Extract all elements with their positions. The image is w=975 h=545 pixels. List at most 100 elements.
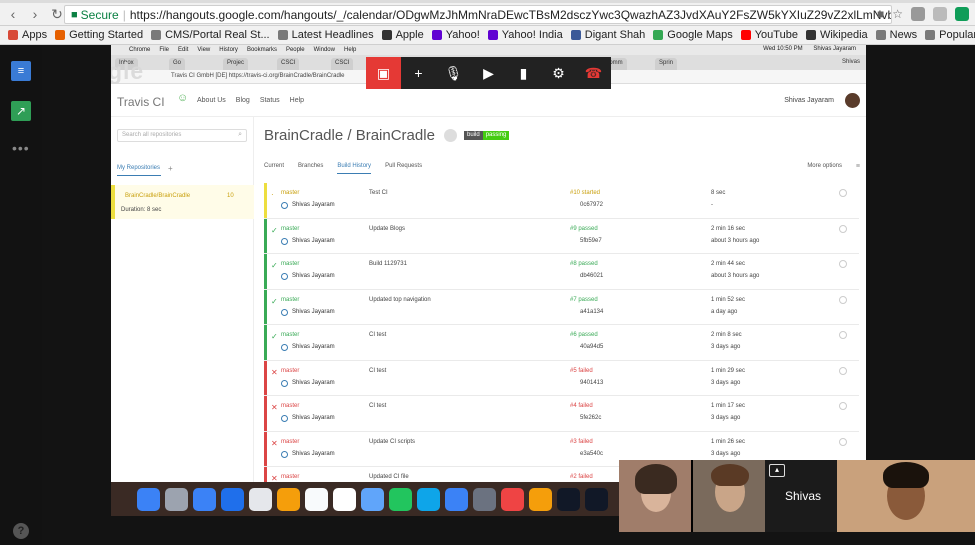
dock-app-icon[interactable]: [277, 487, 300, 511]
restart-build-icon[interactable]: [839, 437, 847, 446]
travis-user-name[interactable]: Shivas Jayaram: [784, 97, 834, 104]
status-badge[interactable]: build passing: [464, 131, 510, 140]
dock-app-icon[interactable]: [137, 487, 160, 511]
build-row[interactable]: ✕ master Shivas Jayaram CI test #5 failed 940…: [264, 360, 859, 396]
dock-app-icon[interactable]: [165, 487, 188, 511]
build-number[interactable]: #3 failed: [570, 439, 593, 445]
bookmark-item[interactable]: CMS/Portal Real St...: [151, 29, 270, 41]
build-number[interactable]: #10 started: [570, 190, 600, 196]
repo-card-name[interactable]: BrainCradle/BrainCradle: [125, 193, 190, 199]
repo-search-input[interactable]: Search all repositories ⌕: [117, 129, 247, 142]
branch-name[interactable]: master: [281, 332, 299, 338]
build-number[interactable]: #6 passed: [570, 332, 598, 338]
build-number[interactable]: #5 failed: [570, 368, 593, 374]
dock-app-icon[interactable]: [389, 487, 412, 511]
chat-icon[interactable]: ≡: [11, 61, 31, 81]
commit-sha[interactable]: e3a540c: [580, 451, 603, 457]
inner-tab[interactable]: Projec: [223, 58, 249, 70]
hang-up-icon[interactable]: ☎: [576, 57, 611, 89]
extension-icon[interactable]: [933, 7, 947, 21]
inner-tab[interactable]: Go: [169, 58, 186, 70]
github-icon[interactable]: [444, 129, 457, 142]
add-repo-button[interactable]: +: [168, 164, 173, 173]
restart-build-icon[interactable]: [839, 295, 847, 304]
nav-link[interactable]: Blog: [236, 97, 250, 104]
inner-tab[interactable]: Sprin: [655, 58, 678, 70]
restart-build-icon[interactable]: [839, 224, 847, 233]
tab-build-history[interactable]: Build History: [337, 163, 372, 174]
commit-sha[interactable]: 5fe262c: [580, 415, 601, 421]
bookmark-item[interactable]: YouTube: [740, 29, 798, 41]
menu-icon[interactable]: ≡: [856, 163, 860, 170]
build-row[interactable]: · master Shivas Jayaram Test CI #10 started 0…: [264, 183, 859, 219]
extension-icon[interactable]: [911, 7, 925, 21]
star-icon[interactable]: ☆: [892, 7, 903, 21]
camera-icon[interactable]: ■: [877, 7, 884, 21]
build-row[interactable]: ✓ master Shivas Jayaram Update Blogs #9 pass…: [264, 218, 859, 254]
avatar[interactable]: [845, 93, 860, 108]
nav-link[interactable]: About Us: [197, 97, 226, 104]
restart-build-icon[interactable]: [839, 331, 847, 339]
tab-current[interactable]: Current: [264, 163, 284, 174]
branch-name[interactable]: master: [281, 261, 299, 267]
mac-user[interactable]: Shivas Jayaram: [813, 46, 856, 52]
inner-url[interactable]: Travis CI GmbH [DE] https://travis-ci.or…: [171, 73, 345, 79]
commit-sha[interactable]: a41a134: [580, 309, 603, 315]
dock-app-icon[interactable]: [417, 487, 440, 511]
branch-name[interactable]: master: [281, 297, 299, 303]
forward-icon[interactable]: ›: [26, 6, 44, 22]
mac-menu-item[interactable]: History: [219, 47, 238, 53]
mac-menu-item[interactable]: View: [197, 47, 210, 53]
bookmark-item[interactable]: Digant Shah: [570, 29, 645, 41]
dock-app-icon[interactable]: [249, 487, 272, 511]
more-options-button[interactable]: More options: [807, 163, 842, 169]
dock-app-icon[interactable]: [361, 487, 384, 511]
more-options-icon[interactable]: •••: [12, 140, 30, 156]
participant-video[interactable]: [837, 460, 975, 532]
nav-link[interactable]: Help: [290, 97, 304, 104]
build-number[interactable]: #8 passed: [570, 261, 598, 267]
screen-share-icon[interactable]: ▣: [366, 57, 401, 89]
repo-card[interactable]: BrainCradle/BrainCradle 10 Duration: 8 s…: [111, 185, 254, 219]
build-row[interactable]: ✓ master Shivas Jayaram Updated top navigat…: [264, 289, 859, 325]
url-field[interactable]: ■ Secure | https://hangouts.google.com/h…: [64, 5, 892, 24]
tab-pull-requests[interactable]: Pull Requests: [385, 163, 422, 174]
dock-app-icon[interactable]: [529, 487, 552, 511]
mac-menu-item[interactable]: Window: [314, 47, 335, 53]
branch-name[interactable]: master: [281, 190, 299, 196]
dock-app-icon[interactable]: [445, 487, 468, 511]
participant-video[interactable]: [693, 460, 765, 532]
tab-branches[interactable]: Branches: [298, 163, 323, 174]
inner-browser-user[interactable]: Shivas: [842, 59, 860, 65]
bookmark-item[interactable]: Latest Headlines: [277, 29, 374, 41]
bookmark-item[interactable]: Wikipedia: [805, 29, 868, 41]
bookmark-item[interactable]: Yahoo! India: [487, 29, 563, 41]
bookmark-item[interactable]: Popular: [925, 29, 975, 41]
mac-menu-item[interactable]: People: [286, 47, 305, 53]
branch-name[interactable]: master: [281, 474, 299, 480]
help-icon[interactable]: ?: [13, 523, 29, 539]
branch-name[interactable]: master: [281, 403, 299, 409]
signal-bars-icon[interactable]: ▮: [506, 57, 541, 89]
bookmark-item[interactable]: News: [875, 29, 917, 41]
mute-mic-icon[interactable]: 🎙: [436, 57, 471, 89]
participant-screen-share[interactable]: ▴ Shivas: [765, 460, 837, 532]
nav-link[interactable]: Status: [260, 97, 280, 104]
mac-menu-item[interactable]: Edit: [178, 47, 188, 53]
travis-logo[interactable]: Travis CI: [117, 95, 165, 109]
bookmark-item[interactable]: Apps: [8, 29, 47, 41]
commit-sha[interactable]: 5fb59e7: [580, 238, 602, 244]
dock-app-icon[interactable]: [473, 487, 496, 511]
back-icon[interactable]: ‹: [4, 6, 22, 22]
dock-app-icon[interactable]: [193, 487, 216, 511]
mac-menu-item[interactable]: Chrome: [129, 47, 150, 53]
dock-app-icon[interactable]: [501, 487, 524, 511]
tab-my-repositories[interactable]: My Repositories: [117, 165, 160, 171]
bookmark-item[interactable]: Google Maps: [653, 29, 733, 41]
build-number[interactable]: #2 failed: [570, 474, 593, 480]
dock-app-icon[interactable]: [221, 487, 244, 511]
mac-menu-item[interactable]: Bookmarks: [247, 47, 277, 53]
branch-name[interactable]: master: [281, 439, 299, 445]
commit-sha[interactable]: 0c67972: [580, 202, 603, 208]
branch-name[interactable]: master: [281, 368, 299, 374]
